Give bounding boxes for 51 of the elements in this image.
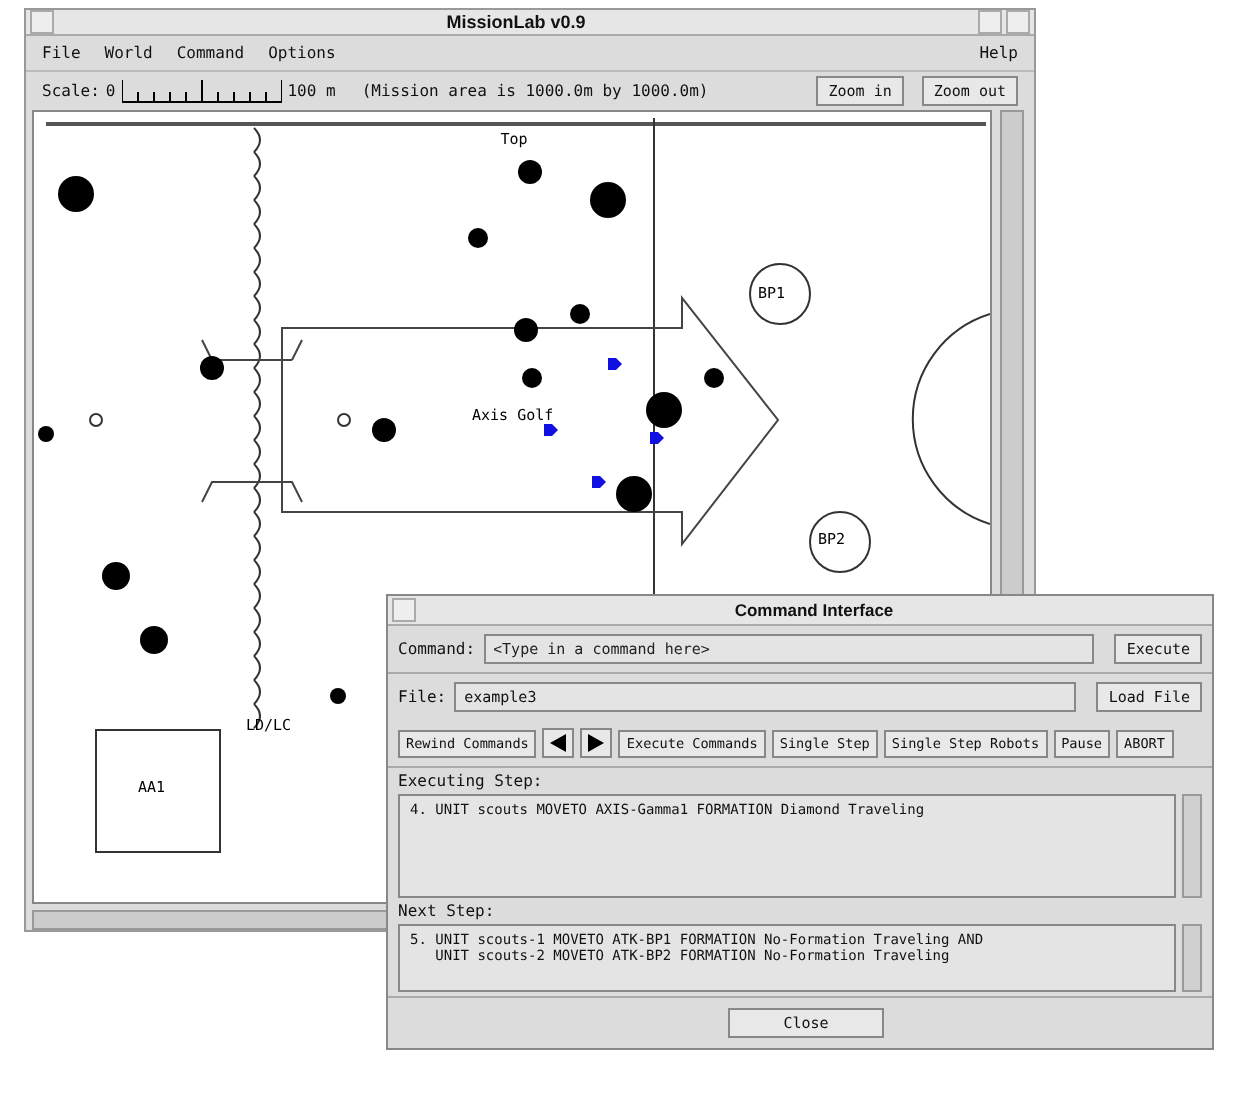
waypoint — [337, 413, 351, 428]
robot-icon — [544, 424, 558, 437]
scale-start: 0 — [105, 82, 116, 101]
obstacle — [514, 318, 538, 343]
obstacle — [616, 476, 652, 513]
dialog-title: Command Interface — [732, 600, 896, 620]
obstacle — [570, 304, 590, 325]
obstacle — [330, 688, 346, 705]
obstacle — [590, 182, 626, 219]
menu-item[interactable]: File — [42, 44, 81, 62]
left-triangle-icon — [550, 734, 567, 752]
help-menu[interactable]: Help — [979, 44, 1018, 62]
minimize-button[interactable] — [978, 10, 1002, 34]
phase-line — [201, 481, 303, 504]
command-label: Command: — [398, 640, 476, 658]
step-forward-button[interactable] — [580, 728, 613, 758]
next-step-label: Next Step: — [398, 902, 497, 920]
menu-item[interactable]: Command — [176, 44, 245, 62]
window-menu-button[interactable] — [30, 10, 54, 34]
obstacle — [200, 356, 224, 381]
menu-item[interactable]: World — [104, 44, 153, 62]
mission-area-note: (Mission area is 1000.0m by 1000.0m) — [361, 82, 709, 101]
obstacle — [58, 176, 94, 213]
scale-label: Scale: — [42, 82, 100, 101]
step-back-button[interactable] — [542, 728, 575, 758]
robot-icon — [608, 358, 622, 371]
obstacle — [468, 228, 488, 249]
executing-step-label: Executing Step: — [398, 772, 545, 790]
scale-end: 100 m — [287, 82, 336, 101]
maximize-button[interactable] — [1006, 10, 1030, 34]
obstacle — [704, 368, 724, 389]
obstacle — [372, 418, 396, 443]
robot-icon — [592, 476, 606, 489]
waypoint — [89, 413, 103, 428]
aa1-box — [95, 729, 221, 854]
bp2-circle — [809, 511, 871, 574]
vertical-scrollbar[interactable] — [1182, 924, 1202, 992]
file-label: File: — [398, 688, 447, 706]
obstacle — [102, 562, 130, 591]
window-title: MissionLab v0.9 — [444, 12, 588, 32]
window-menu-button[interactable] — [392, 598, 416, 622]
phase-line — [201, 339, 303, 362]
obstacle — [140, 626, 168, 655]
bp1-circle — [749, 263, 811, 326]
menu-item[interactable]: Options — [268, 44, 336, 62]
right-triangle-icon — [588, 734, 605, 752]
obstacle — [38, 426, 54, 443]
obstacle — [518, 160, 542, 185]
obstacle — [646, 392, 682, 429]
obstacle — [522, 368, 542, 389]
vertical-scrollbar[interactable] — [1182, 794, 1202, 898]
